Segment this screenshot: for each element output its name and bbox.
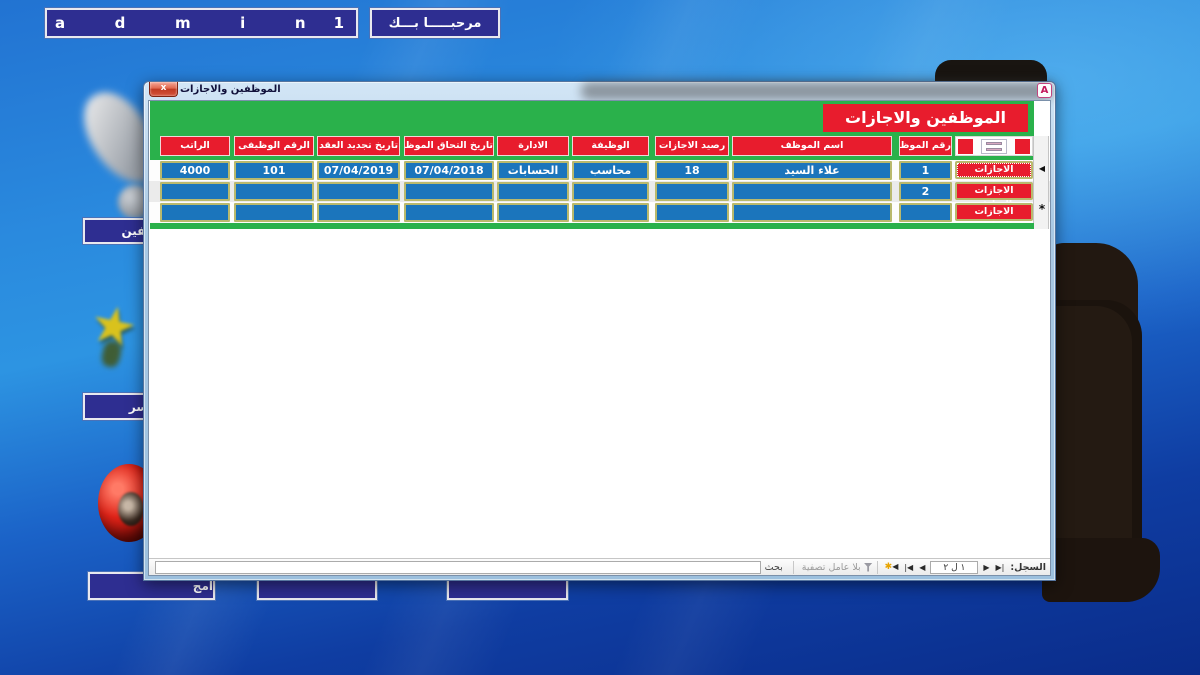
job-field[interactable] <box>572 182 649 201</box>
form-view-icon <box>981 138 1007 154</box>
column-header-form-icon <box>955 136 1033 156</box>
divider <box>792 560 794 574</box>
job-field[interactable] <box>572 203 649 222</box>
admin-username: a d m i n <box>55 14 306 32</box>
salary-field[interactable]: 4000 <box>160 161 230 180</box>
employee-no-field[interactable]: 2 <box>899 182 952 201</box>
new-record-icon[interactable]: ✱◀ <box>882 562 902 572</box>
current-record-arrow-icon: ◀ <box>1038 164 1046 173</box>
column-header-employee-no: رقم الموظف <box>899 136 952 156</box>
employee-name-field[interactable]: علاء السيد <box>732 161 892 180</box>
table-row: 2 الاجازات السابقة <box>149 181 1050 210</box>
dark-chair-shape <box>1042 538 1160 602</box>
employee-name-field[interactable] <box>732 182 892 201</box>
record-navigation-bar: السجل: ▶| ▶ ١ ل ٢ ◀ |◀ ✱◀ بلا عامل تصفية… <box>149 558 1050 575</box>
employee-name-field[interactable] <box>732 203 892 222</box>
welcome-label: مرحبـــــا بـــك <box>370 8 500 38</box>
close-icon[interactable]: x <box>149 82 178 97</box>
leave-balance-field[interactable]: 18 <box>655 161 729 180</box>
column-header-job: الوظيفة <box>572 136 649 156</box>
search-label: بحث <box>764 561 783 573</box>
previous-leaves-button[interactable]: الاجازات السابقة <box>955 203 1033 231</box>
search-input[interactable] <box>155 560 761 574</box>
table-row-new: الاجازات السابقة <box>149 202 1050 231</box>
previous-leaves-button[interactable]: الاجازات السابقة <box>955 161 1033 189</box>
desktop-background: a d m i n 1 مرحبـــــا بـــك ★ وظفين الس… <box>0 0 1200 675</box>
employee-no-field[interactable] <box>899 203 952 222</box>
first-record-icon[interactable]: ▶| <box>993 563 1008 572</box>
last-record-icon[interactable]: |◀ <box>901 563 916 572</box>
column-header-contract-renewal: تاريخ تجديد العقد <box>317 136 400 156</box>
no-filter-label[interactable]: بلا عامل تصفية <box>802 562 861 573</box>
admin-user-field[interactable]: a d m i n 1 <box>45 8 358 38</box>
join-date-field[interactable] <box>404 182 494 201</box>
column-header-department: الادارة <box>497 136 569 156</box>
red-square-icon <box>958 138 973 154</box>
admin-user-number: 1 <box>333 14 344 32</box>
previous-record-icon[interactable]: ▶ <box>980 563 992 572</box>
form-title-label: الموظفين والاجازات <box>823 104 1028 132</box>
contract-renewal-field[interactable]: 07/04/2019 <box>317 161 400 180</box>
leave-balance-field[interactable] <box>655 203 729 222</box>
job-number-field[interactable]: 101 <box>234 161 314 180</box>
filter-icon <box>863 562 873 572</box>
department-field[interactable] <box>497 203 569 222</box>
window-title: الموظفين والاجازات <box>180 84 281 95</box>
job-number-field[interactable] <box>234 182 314 201</box>
join-date-field[interactable]: 07/04/2018 <box>404 161 494 180</box>
record-label: السجل: <box>1010 561 1046 573</box>
red-square-icon <box>1015 138 1030 154</box>
red-sphere-icon <box>118 492 144 526</box>
job-number-field[interactable] <box>234 203 314 222</box>
new-record-asterisk-icon: * <box>1038 202 1046 216</box>
job-field[interactable]: محاسب <box>572 161 649 180</box>
column-header-employee-name: اسم الموظف <box>732 136 892 156</box>
salary-field[interactable] <box>160 203 230 222</box>
titlebar-transparency-smudge <box>581 82 1053 100</box>
form-body: الموظفين والاجازات الراتب الرقم الوظيفى … <box>148 100 1051 576</box>
employees-vacations-window: x الموظفين والاجازات A الموظفين والاجازا… <box>143 81 1056 581</box>
column-header-job-number: الرقم الوظيفى <box>234 136 314 156</box>
department-field[interactable] <box>497 182 569 201</box>
divider <box>876 560 878 574</box>
join-date-field[interactable] <box>404 203 494 222</box>
window-titlebar[interactable]: x الموظفين والاجازات A <box>144 82 1055 100</box>
previous-leaves-button[interactable]: الاجازات السابقة <box>955 182 1033 210</box>
column-header-leave-balance: رصيد الاجازات <box>655 136 729 156</box>
leave-balance-field[interactable] <box>655 182 729 201</box>
salary-field[interactable] <box>160 182 230 201</box>
department-field[interactable]: الحسابات <box>497 161 569 180</box>
next-record-icon[interactable]: ◀ <box>916 563 928 572</box>
column-header-salary: الراتب <box>160 136 230 156</box>
employee-no-field[interactable]: 1 <box>899 161 952 180</box>
record-counter[interactable]: ١ ل ٢ <box>930 560 979 574</box>
table-row: 4000 101 07/04/2019 07/04/2018 الحسابات … <box>149 160 1050 189</box>
detail-section-strip <box>150 223 1034 229</box>
contract-renewal-field[interactable] <box>317 203 400 222</box>
column-header-join-date: تاريخ التحاق الموظف <box>404 136 494 156</box>
access-app-icon: A <box>1037 83 1052 98</box>
contract-renewal-field[interactable] <box>317 182 400 201</box>
record-selector-strip[interactable]: ◀ * <box>1033 136 1049 229</box>
